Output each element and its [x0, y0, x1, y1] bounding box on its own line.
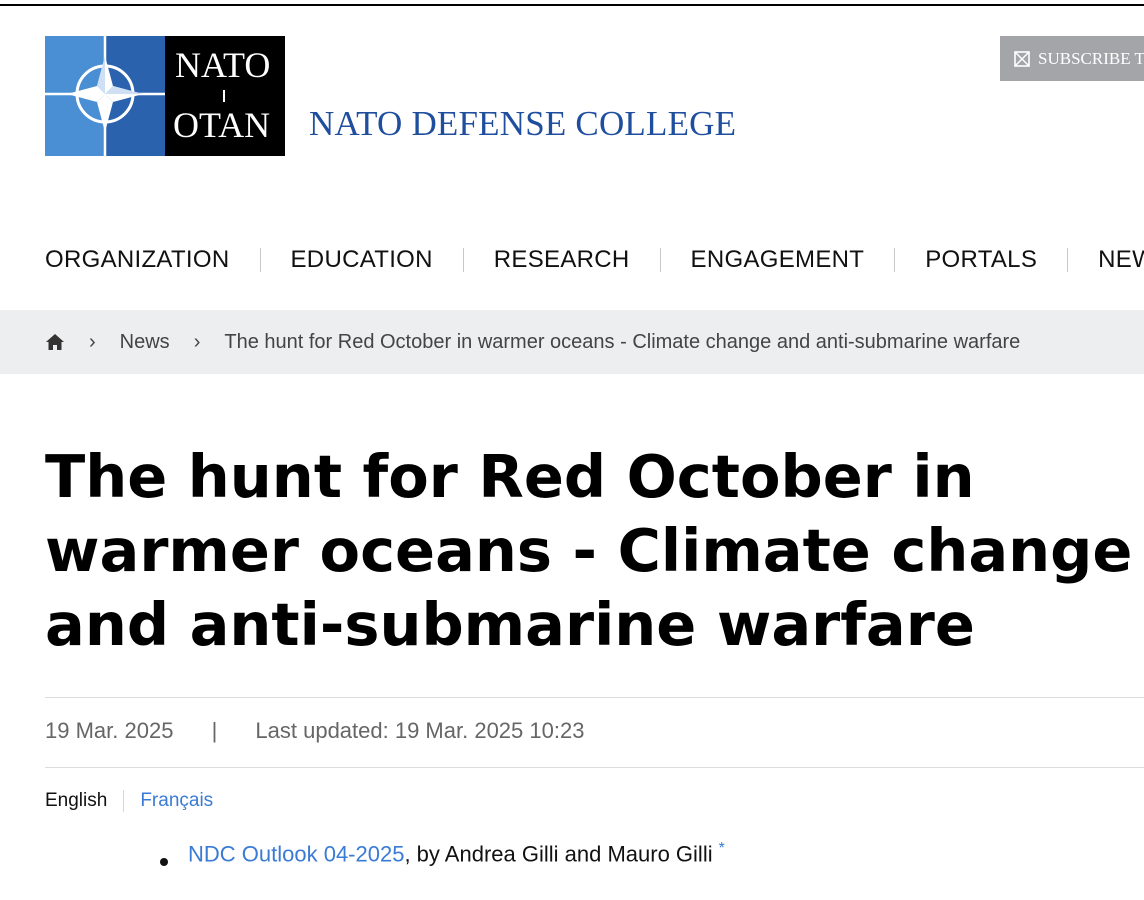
breadcrumb-current: The hunt for Red October in warmer ocean… [224, 330, 1021, 353]
main-nav: ORGANIZATION EDUCATION RESEARCH ENGAGEME… [45, 240, 1144, 280]
nato-logo[interactable]: NATO OTAN [45, 36, 285, 156]
language-switcher: English Français [45, 790, 213, 812]
divider [45, 697, 1144, 698]
publish-date: 19 Mar. 2025 [45, 718, 174, 743]
subscribe-label: SUBSCRIBE T [1038, 48, 1144, 68]
list-item: NDC Outlook 04-2025, by Andrea Gilli and… [160, 840, 725, 867]
nav-item-research[interactable]: RESEARCH [494, 246, 630, 274]
nav-item-engagement[interactable]: ENGAGEMENT [691, 246, 865, 274]
lang-divider [123, 790, 125, 812]
nav-item-organization[interactable]: ORGANIZATION [45, 246, 230, 274]
article-bullets: NDC Outlook 04-2025, by Andrea Gilli and… [160, 840, 725, 867]
logo-top-text: NATO [175, 45, 271, 85]
divider [45, 767, 1144, 768]
chevron-right-icon: › [89, 330, 96, 353]
nav-divider [462, 248, 464, 272]
subscribe-button[interactable]: SUBSCRIBE T [1000, 36, 1144, 81]
nato-otan-wordmark: NATO OTAN [165, 36, 285, 156]
nav-divider [1067, 248, 1069, 272]
compass-star-icon [45, 36, 165, 156]
nav-divider [894, 248, 896, 272]
meta-separator: | [211, 718, 218, 743]
nav-divider [259, 248, 261, 272]
college-name[interactable]: NATO DEFENSE COLLEGE [309, 104, 736, 144]
author-text: , by Andrea Gilli and Mauro Gilli [404, 841, 713, 867]
lang-english: English [45, 790, 108, 811]
breadcrumb: › News › The hunt for Red October in war… [0, 310, 1144, 374]
nav-item-portals[interactable]: PORTALS [925, 246, 1037, 274]
bullet-dot [160, 858, 168, 866]
ndc-outlook-link[interactable]: NDC Outlook 04-2025 [188, 841, 404, 866]
breadcrumb-news[interactable]: News [120, 331, 170, 354]
article-meta: 19 Mar. 2025 | Last updated: 19 Mar. 202… [45, 718, 584, 744]
lang-francais[interactable]: Français [140, 790, 213, 812]
nav-item-newsletter[interactable]: NEWSLE [1098, 246, 1144, 274]
home-icon[interactable] [45, 332, 65, 352]
chevron-right-icon: › [193, 330, 201, 353]
page-title: The hunt for Red October in warmer ocean… [45, 442, 1133, 659]
top-border [0, 4, 1144, 6]
envelope-icon [1014, 50, 1030, 67]
footnote-link[interactable]: * [719, 840, 725, 857]
logo-divider [223, 90, 225, 102]
last-updated: Last updated: 19 Mar. 2025 10:23 [255, 718, 585, 743]
nav-divider [659, 248, 661, 272]
nav-item-education[interactable]: EDUCATION [291, 246, 433, 274]
nato-compass-emblem [45, 36, 165, 156]
logo-bottom-text: OTAN [173, 105, 271, 145]
